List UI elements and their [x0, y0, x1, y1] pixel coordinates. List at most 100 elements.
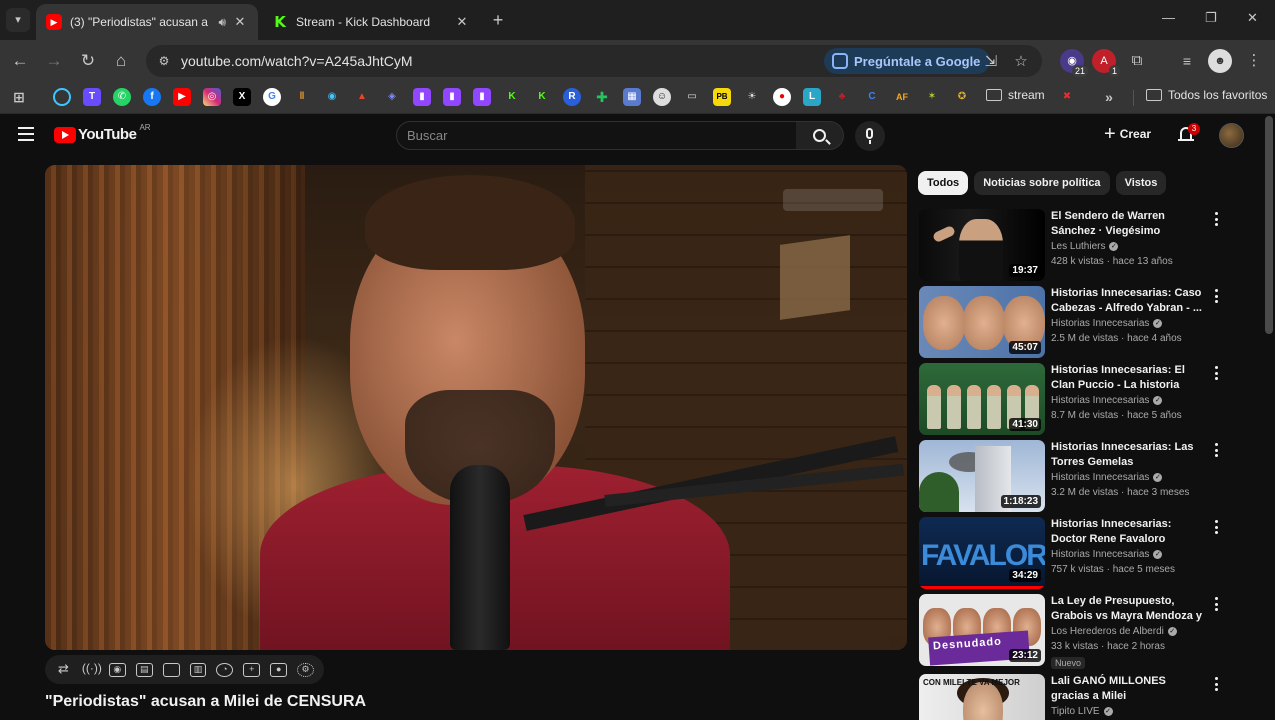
- tv-icon[interactable]: ▭: [683, 88, 701, 106]
- youtube-logo[interactable]: YouTube AR: [54, 123, 151, 143]
- recommendation-item[interactable]: FAVALORO 34:29 Historias Innecesarias: D…: [919, 517, 1265, 589]
- loop-icon[interactable]: ⇄: [55, 662, 72, 677]
- r-icon[interactable]: R: [563, 88, 581, 106]
- video-thumbnail[interactable]: CON MILEI TE VA MEJOR: [919, 674, 1045, 720]
- profile-avatar-icon[interactable]: ☻: [1208, 49, 1232, 73]
- bookmark-star-icon[interactable]: ☆: [1012, 52, 1030, 70]
- search-field[interactable]: [396, 121, 797, 150]
- restore-icon[interactable]: ❐: [1205, 10, 1217, 26]
- twitch-icon[interactable]: ▮: [473, 88, 491, 106]
- recommendation-item[interactable]: 19:37 El Sendero de Warren Sánchez · Vie…: [919, 209, 1265, 281]
- fire-icon[interactable]: ▲: [353, 88, 371, 106]
- channel-name[interactable]: Historias Innecesarias ✓: [1051, 549, 1163, 560]
- recommendation-title[interactable]: Historias Innecesarias: Doctor Rene Fava…: [1051, 517, 1203, 547]
- video-thumbnail[interactable]: Desnudado 23:12: [919, 594, 1045, 666]
- broadcast-icon[interactable]: ((·)): [82, 662, 102, 677]
- face-icon[interactable]: ☺: [653, 88, 671, 106]
- more-bookmarks-icon[interactable]: »: [1100, 88, 1118, 106]
- kick-icon[interactable]: K: [533, 88, 551, 106]
- close-tab-icon[interactable]: ✕: [454, 14, 470, 30]
- bookmark-icon[interactable]: ✖: [1058, 88, 1076, 106]
- recommendation-item[interactable]: 1:18:23 Historias Innecesarias: Las Torr…: [919, 440, 1265, 512]
- video-thumbnail[interactable]: 19:37: [919, 209, 1045, 281]
- recommendation-item[interactable]: CON MILEI TE VA MEJOR Lali GANÓ MILLONES…: [919, 674, 1265, 720]
- media-controls-icon[interactable]: ≡: [1175, 49, 1199, 73]
- more-actions-icon[interactable]: [1212, 442, 1220, 458]
- puzzle-icon[interactable]: ✚: [593, 88, 611, 106]
- video-player[interactable]: [45, 165, 907, 650]
- extensions-puzzle-icon[interactable]: ⧉: [1125, 49, 1149, 73]
- video-thumbnail[interactable]: 45:07: [919, 286, 1045, 358]
- minimize-icon[interactable]: —: [1162, 10, 1175, 25]
- search-button[interactable]: [796, 121, 844, 150]
- recommendation-item[interactable]: Desnudado 23:12 La Ley de Presupuesto, G…: [919, 594, 1265, 669]
- more-actions-icon[interactable]: [1212, 365, 1220, 381]
- channel-name[interactable]: Historias Innecesarias ✓: [1051, 472, 1163, 483]
- x-icon[interactable]: X: [233, 88, 251, 106]
- video-thumbnail[interactable]: 1:18:23: [919, 440, 1045, 512]
- twitch-icon[interactable]: ▮: [443, 88, 461, 106]
- forward-icon[interactable]: →: [42, 49, 66, 73]
- recommendation-title[interactable]: El Sendero de Warren Sánchez · Viegésimo…: [1051, 209, 1203, 239]
- devil-icon[interactable]: ♣: [833, 88, 851, 106]
- instagram-icon[interactable]: ◎: [203, 88, 221, 106]
- account-avatar[interactable]: [1219, 123, 1244, 148]
- grid-icon[interactable]: ▦: [623, 88, 641, 106]
- all-bookmarks-folder[interactable]: Todos los favoritos: [1146, 88, 1267, 102]
- apps-grid-icon[interactable]: ⊞: [10, 88, 28, 106]
- pb-icon[interactable]: PB: [713, 88, 731, 106]
- whatsapp-icon[interactable]: ✆: [113, 88, 131, 106]
- more-actions-icon[interactable]: [1212, 211, 1220, 227]
- facebook-icon[interactable]: f: [143, 88, 161, 106]
- screen-icon[interactable]: [162, 662, 180, 677]
- film-icon[interactable]: ▤: [135, 662, 153, 677]
- more-actions-icon[interactable]: [1212, 596, 1220, 612]
- more-actions-icon[interactable]: [1212, 288, 1220, 304]
- url-text[interactable]: youtube.com/watch?v=A245aJhtCyM: [181, 53, 413, 69]
- chip-todos[interactable]: Todos: [918, 171, 969, 195]
- video-thumbnail[interactable]: FAVALORO 34:29: [919, 517, 1045, 589]
- google-icon[interactable]: G: [263, 88, 281, 106]
- ring-icon[interactable]: [53, 88, 71, 106]
- recommendation-title[interactable]: Historias Innecesarias: Las Torres Gemel…: [1051, 440, 1203, 470]
- video-thumbnail[interactable]: 41:30: [919, 363, 1045, 435]
- close-window-icon[interactable]: ✕: [1247, 10, 1258, 26]
- channel-name[interactable]: Los Herederos de Alberdi ✓: [1051, 626, 1177, 637]
- youtube-icon[interactable]: ▶: [173, 88, 191, 106]
- extension-icon[interactable]: ◉ 21: [1060, 49, 1088, 77]
- cat-icon[interactable]: ☀: [743, 88, 761, 106]
- home-icon[interactable]: ⌂: [109, 49, 133, 73]
- guide-menu-icon[interactable]: [18, 127, 34, 145]
- voice-search-button[interactable]: [855, 121, 885, 151]
- star-icon[interactable]: ✶: [923, 88, 941, 106]
- reload-icon[interactable]: ↻: [76, 49, 100, 73]
- shield-icon[interactable]: ◈: [383, 88, 401, 106]
- bookmark-folder-stream[interactable]: stream: [986, 88, 1045, 102]
- twitch-icon[interactable]: ▮: [413, 88, 431, 106]
- extension-icon[interactable]: A1: [1092, 49, 1120, 77]
- channel-name[interactable]: Les Luthiers ✓: [1051, 241, 1119, 252]
- speaker-icon[interactable]: 🔊︎: [218, 15, 226, 30]
- circle-icon[interactable]: ●: [773, 88, 791, 106]
- tab-search-menu-icon[interactable]: ▾: [6, 8, 30, 32]
- back-icon[interactable]: ←: [8, 49, 32, 73]
- channel-name[interactable]: Tipito LIVE ✓: [1051, 706, 1113, 717]
- recommendation-title[interactable]: Historias Innecesarias: Caso Cabezas - A…: [1051, 286, 1203, 316]
- recommendation-title[interactable]: Historias Innecesarias: El Clan Puccio -…: [1051, 363, 1203, 393]
- site-settings-icon[interactable]: ⚙: [154, 51, 174, 71]
- address-bar[interactable]: ⚙ youtube.com/watch?v=A245aJhtCyM Pregún…: [146, 45, 1042, 77]
- recommendation-item[interactable]: 41:30 Historias Innecesarias: El Clan Pu…: [919, 363, 1265, 435]
- recommendation-title[interactable]: La Ley de Presupuesto, Grabois vs Mayra …: [1051, 594, 1203, 624]
- search-input[interactable]: [407, 128, 787, 143]
- speed-gauge-icon[interactable]: ◔: [216, 662, 234, 677]
- tab-kick-dashboard[interactable]: K Stream - Kick Dashboard ✕: [262, 4, 480, 40]
- camera-icon[interactable]: ●: [270, 662, 288, 677]
- recommendation-title[interactable]: Lali GANÓ MILLONES gracias a Milei: [1051, 674, 1203, 704]
- picture-in-picture-icon[interactable]: +: [243, 662, 261, 677]
- c-icon[interactable]: C: [863, 88, 881, 106]
- channel-name[interactable]: Historias Innecesarias ✓: [1051, 318, 1163, 329]
- settings-gear-icon[interactable]: ⚙: [297, 662, 314, 677]
- eye-icon[interactable]: ◉: [323, 88, 341, 106]
- channel-name[interactable]: Historias Innecesarias ✓: [1051, 395, 1163, 406]
- t-icon[interactable]: T: [83, 88, 101, 106]
